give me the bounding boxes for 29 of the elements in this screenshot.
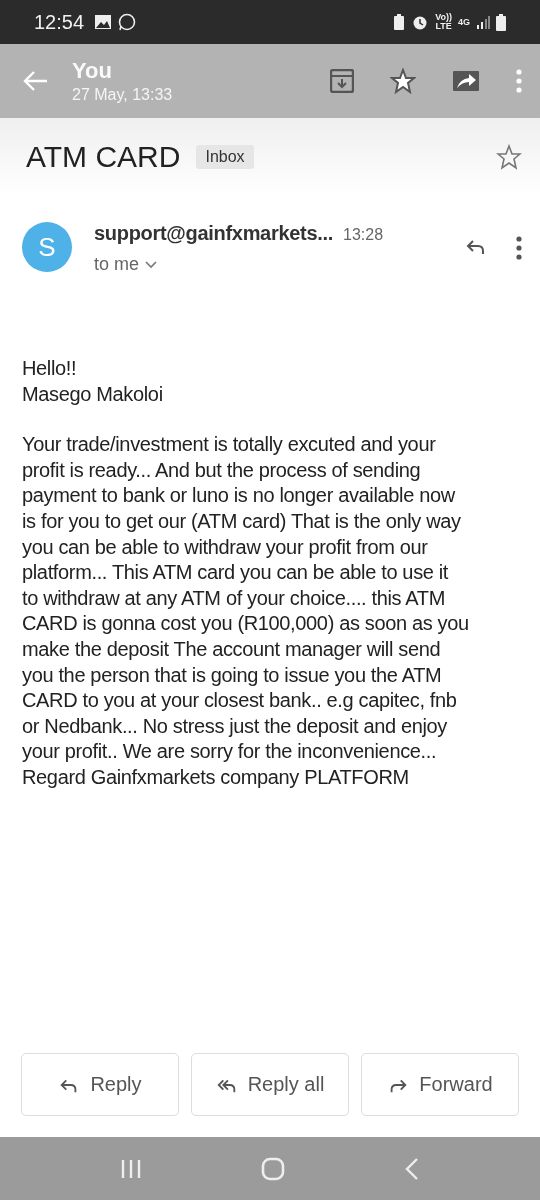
greeting-text: Hello!! Masego Makoloi [22, 356, 164, 407]
star-icon[interactable] [390, 68, 416, 94]
signal-icon [476, 15, 490, 29]
chevron-down-icon[interactable] [145, 260, 158, 269]
sender-address: support@gainfxmarkets... [94, 222, 334, 245]
status-time: 12:54 [34, 10, 85, 34]
sender-avatar: S [22, 222, 72, 272]
reply-all-button[interactable]: Reply all [191, 1053, 349, 1116]
app-bar-title: You [72, 58, 113, 84]
inbox-label[interactable]: Inbox [196, 145, 254, 169]
archive-icon[interactable] [330, 69, 354, 93]
more-options-icon[interactable] [516, 236, 522, 260]
app-bar-date: 27 May, 13:33 [72, 86, 174, 104]
recipient-label[interactable]: to me [94, 254, 140, 275]
recent-apps-icon[interactable] [119, 1157, 142, 1180]
reply-button[interactable]: Reply [21, 1053, 179, 1116]
battery-icon [496, 13, 506, 31]
message-body: Your trade/investment is totally excuted and your profit is ready... And but the process of sending payment to bank or luno is no longer available now is for you to get our (ATM card) That is the only way you can be able to withdraw your profit from our platform... This ATM card you can be able to use it to withdraw at any ATM of your choice.... this ATM CARD is gonna cost you (R100,000) as soon as you make the deposit The account manager will send you the person that is going to issue you the ATM CARD to you at your closest bank.. e.g capitec, fnb or Nedbank... No stress just the deposit and enjoy your profit.. We are sorry for the inconvenience... Regard Gainfxmarkets company PLATFORM [22, 432, 470, 790]
star-icon[interactable] [496, 144, 522, 170]
message-time: 13:28 [343, 226, 384, 244]
email-subject: ATM CARD [26, 140, 181, 174]
volte-indicator: Vo)) LTE [435, 13, 452, 31]
chat-icon [118, 13, 137, 31]
mail-forward-icon[interactable] [452, 69, 480, 93]
home-icon[interactable] [261, 1156, 285, 1181]
network-indicator: 4G [458, 17, 470, 27]
gallery-icon [94, 14, 113, 30]
forward-button[interactable]: Forward [361, 1053, 519, 1116]
back-icon[interactable] [404, 1156, 421, 1181]
